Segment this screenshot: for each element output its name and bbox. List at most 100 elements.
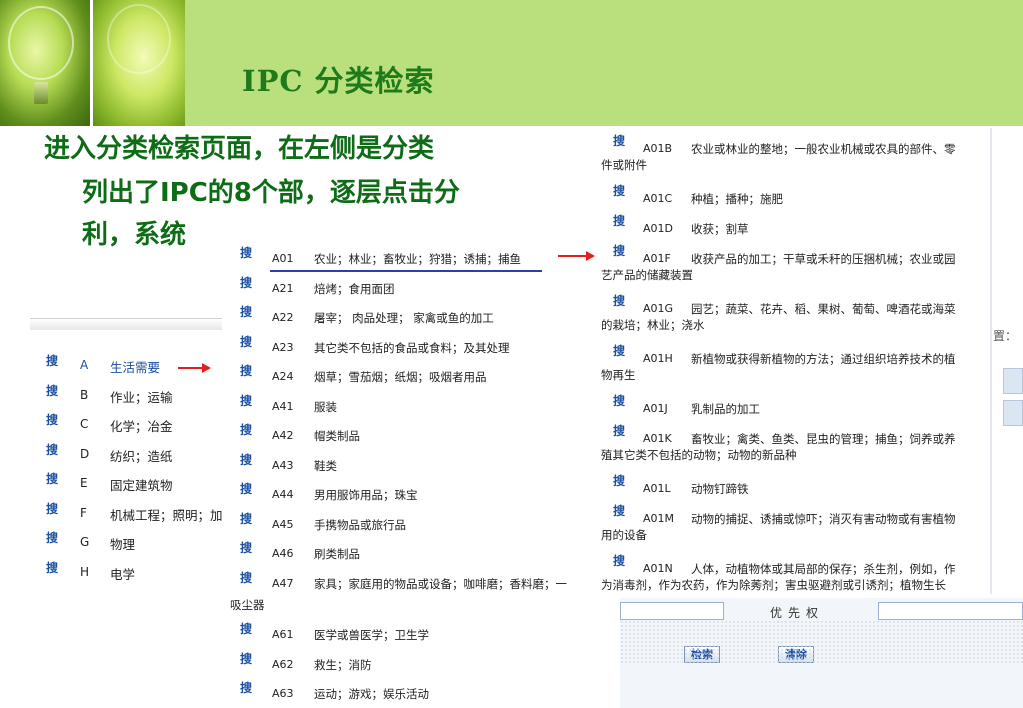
section-item-c[interactable]: 化学；冶金 bbox=[110, 416, 173, 435]
class-item-a01[interactable]: 农业；林业；畜牧业；狩猎；诱捕；捕鱼 bbox=[314, 251, 521, 267]
lightbulb-image-right bbox=[93, 0, 185, 126]
subclass-item-a01h[interactable]: 新植物或获得新植物的方法；通过组织培养技术的植 bbox=[691, 351, 956, 367]
edge-input-1[interactable] bbox=[1003, 368, 1023, 394]
class-item-a43[interactable]: 鞋类 bbox=[314, 458, 337, 474]
search-subclass-a01c-icon[interactable]: 搜 bbox=[613, 182, 625, 199]
search-subclass-a01n-icon[interactable]: 搜 bbox=[613, 552, 625, 569]
subclass-item-a01l[interactable]: 动物钉蹄铁 bbox=[691, 481, 749, 497]
class-item-continuation: 吸尘器 bbox=[230, 597, 265, 612]
search-subclass-a01k-icon[interactable]: 搜 bbox=[613, 422, 625, 439]
search-subclass-a01g-icon[interactable]: 搜 bbox=[613, 292, 625, 309]
subclass-code: A01B bbox=[643, 142, 673, 155]
application-number-input[interactable] bbox=[620, 602, 724, 620]
search-subclass-a01j-icon[interactable]: 搜 bbox=[613, 392, 625, 409]
class-code: A01 bbox=[272, 252, 294, 265]
class-code: A63 bbox=[272, 687, 294, 700]
section-code: H bbox=[80, 564, 90, 579]
search-section-c-icon[interactable]: 搜 bbox=[46, 411, 58, 428]
section-item-a[interactable]: 生活需要 bbox=[110, 357, 160, 376]
search-class-a63-icon[interactable]: 搜 bbox=[240, 679, 252, 696]
subclass-item-a01j[interactable]: 乳制品的加工 bbox=[691, 401, 760, 417]
search-class-a42-icon[interactable]: 搜 bbox=[240, 421, 252, 438]
class-item-a61[interactable]: 医学或兽医学；卫生学 bbox=[314, 627, 429, 643]
search-class-a45-icon[interactable]: 搜 bbox=[240, 510, 252, 527]
search-subclass-a01m-icon[interactable]: 搜 bbox=[613, 502, 625, 519]
search-section-g-icon[interactable]: 搜 bbox=[46, 529, 58, 546]
class-item-a45[interactable]: 手携物品或旅行品 bbox=[314, 517, 406, 533]
search-class-a21-icon[interactable]: 搜 bbox=[240, 274, 252, 291]
class-item-a47[interactable]: 家具；家庭用的物品或设备；咖啡磨；香料磨；一 bbox=[314, 576, 567, 592]
subclass-code: A01H bbox=[643, 352, 673, 365]
arrow-to-classes bbox=[178, 363, 211, 373]
section-item-d[interactable]: 纺织；造纸 bbox=[110, 446, 173, 465]
subclass-code: A01G bbox=[643, 302, 674, 315]
section-item-h[interactable]: 电学 bbox=[110, 564, 135, 583]
search-section-a-icon[interactable]: 搜 bbox=[46, 352, 58, 369]
search-subclass-a01b-icon[interactable]: 搜 bbox=[613, 132, 625, 149]
subclass-item-a01n[interactable]: 人体，动植物体或其局部的保存；杀生剂，例如，作 bbox=[691, 561, 956, 577]
search-section-h-icon[interactable]: 搜 bbox=[46, 559, 58, 576]
class-item-a21[interactable]: 焙烤；食用面团 bbox=[314, 281, 395, 297]
subclass-item-a01f[interactable]: 收获产品的加工；干草或禾秆的压捆机械；农业或园 bbox=[691, 251, 956, 267]
class-item-a44[interactable]: 男用服饰用品；珠宝 bbox=[314, 487, 418, 503]
search-class-a62-icon[interactable]: 搜 bbox=[240, 650, 252, 667]
subclass-item-continuation: 用的设备 bbox=[601, 528, 647, 542]
search-class-a47-icon[interactable]: 搜 bbox=[240, 569, 252, 586]
search-section-f-icon[interactable]: 搜 bbox=[46, 500, 58, 517]
slide-text-line-3: 利，系统 bbox=[82, 220, 187, 250]
lightbulb-image-left bbox=[0, 0, 90, 126]
search-class-a24-icon[interactable]: 搜 bbox=[240, 362, 252, 379]
priority-input[interactable] bbox=[878, 602, 1023, 620]
subclass-item-a01b[interactable]: 农业或林业的整地；一般农业机械或农具的部件、零 bbox=[691, 141, 956, 157]
priority-label: 优先权 bbox=[770, 606, 825, 620]
slide-text-line-2: 列出了IPC的8个部，逐层点击分 bbox=[82, 178, 460, 208]
class-item-a46[interactable]: 刷类制品 bbox=[314, 546, 360, 562]
class-item-a62[interactable]: 救生；消防 bbox=[314, 657, 372, 673]
subclass-item-a01g[interactable]: 园艺；蔬菜、花卉、稻、果树、葡萄、啤酒花或海菜 bbox=[691, 301, 956, 317]
subclass-code: A01N bbox=[643, 562, 673, 575]
search-class-a61-icon[interactable]: 搜 bbox=[240, 620, 252, 637]
class-code: A42 bbox=[272, 429, 294, 442]
class-item-a23[interactable]: 其它类不包括的食品或食料；及其处理 bbox=[314, 340, 510, 356]
class-item-a22[interactable]: 屠宰； 肉品处理； 家禽或鱼的加工 bbox=[314, 310, 494, 326]
subclass-item-a01k[interactable]: 畜牧业；禽类、鱼类、昆虫的管理；捕鱼；饲养或养 bbox=[691, 431, 956, 447]
class-code: A46 bbox=[272, 547, 294, 560]
search-subclass-a01f-icon[interactable]: 搜 bbox=[613, 242, 625, 259]
class-item-a41[interactable]: 服装 bbox=[314, 399, 337, 415]
section-item-g[interactable]: 物理 bbox=[110, 534, 135, 553]
section-code: F bbox=[80, 505, 87, 520]
subclass-code: A01M bbox=[643, 512, 675, 525]
search-section-d-icon[interactable]: 搜 bbox=[46, 441, 58, 458]
class-code: A61 bbox=[272, 628, 294, 641]
class-code: A47 bbox=[272, 576, 294, 590]
search-class-a44-icon[interactable]: 搜 bbox=[240, 480, 252, 497]
subclass-item-continuation: 殖其它类不包括的动物；动物的新品种 bbox=[601, 448, 797, 462]
section-item-f[interactable]: 机械工程；照明；加 bbox=[110, 505, 223, 524]
class-item-a24[interactable]: 烟草；雪茄烟；纸烟；吸烟者用品 bbox=[314, 369, 487, 385]
subclass-code: A01C bbox=[643, 192, 673, 205]
search-class-a43-icon[interactable]: 搜 bbox=[240, 451, 252, 468]
class-item-a42[interactable]: 帽类制品 bbox=[314, 428, 360, 444]
section-item-b[interactable]: 作业；运输 bbox=[110, 387, 173, 406]
search-class-a41-icon[interactable]: 搜 bbox=[240, 392, 252, 409]
search-class-a46-icon[interactable]: 搜 bbox=[240, 539, 252, 556]
search-subclass-a01h-icon[interactable]: 搜 bbox=[613, 342, 625, 359]
subclass-item-a01d[interactable]: 收获；割草 bbox=[691, 221, 749, 237]
search-class-a01-icon[interactable]: 搜 bbox=[240, 244, 252, 261]
section-code: D bbox=[80, 446, 90, 461]
subclass-item-a01c[interactable]: 种植；播种；施肥 bbox=[691, 191, 783, 207]
slide-text-line-1: 进入分类检索页面，在左侧是分类 bbox=[44, 134, 435, 164]
search-class-a22-icon[interactable]: 搜 bbox=[240, 303, 252, 320]
class-item-a63[interactable]: 运动；游戏；娱乐活动 bbox=[314, 686, 429, 702]
search-section-e-icon[interactable]: 搜 bbox=[46, 470, 58, 487]
search-section-b-icon[interactable]: 搜 bbox=[46, 382, 58, 399]
section-list-panel: 搜 A 生活需要搜 B 作业；运输搜 C 化学；冶金搜 D 纺织；造纸搜 E 固定建筑物搜 F 机械工程… bbox=[30, 340, 230, 600]
edge-input-2[interactable] bbox=[1003, 400, 1023, 426]
section-item-e[interactable]: 固定建筑物 bbox=[110, 475, 173, 494]
section-code: E bbox=[80, 476, 88, 490]
search-class-a23-icon[interactable]: 搜 bbox=[240, 333, 252, 350]
search-subclass-a01l-icon[interactable]: 搜 bbox=[613, 472, 625, 489]
subclass-item-continuation: 的栽培；林业；浇水 bbox=[601, 318, 705, 332]
subclass-item-a01m[interactable]: 动物的捕捉、诱捕或惊吓；消灭有害动物或有害植物 bbox=[691, 511, 956, 527]
search-subclass-a01d-icon[interactable]: 搜 bbox=[613, 212, 625, 229]
